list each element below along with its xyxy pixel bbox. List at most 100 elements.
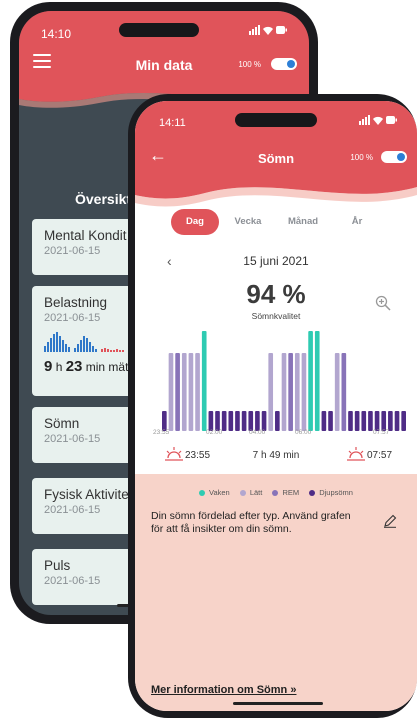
edit-pencil-icon[interactable]: [383, 514, 397, 528]
load-bar: [56, 332, 58, 352]
legend-item-djupsomn: Djupsömn: [309, 488, 353, 497]
load-bar: [119, 350, 121, 352]
sleep-bar-lätt: [294, 353, 300, 431]
legend-label: Djupsömn: [319, 488, 353, 497]
status-icons: [359, 115, 397, 128]
sleep-bar-djupsömn: [215, 411, 220, 431]
date-navigator: ‹ 15 juni 2021: [135, 253, 417, 271]
load-bar: [80, 340, 82, 352]
load-bar: [101, 349, 103, 352]
legend-dot: [272, 490, 279, 497]
status-time: 14:11: [159, 117, 186, 129]
load-bar: [47, 342, 49, 352]
load-bar: [89, 342, 91, 352]
sleep-bar-vaken: [314, 331, 320, 431]
sleep-bar-djupsömn: [241, 411, 247, 431]
zoom-in-icon[interactable]: [375, 295, 391, 311]
phone-somn: 14:11 ← Sömn 100 % Dag Vecka Månad År ‹: [128, 94, 417, 718]
sleep-bar-djupsömn: [261, 411, 267, 431]
sleep-legend: Vaken Lätt REM Djupsömn: [135, 488, 417, 497]
sleep-bar-djupsömn: [255, 411, 260, 431]
tab-ar[interactable]: År: [335, 209, 379, 235]
header-wave: [135, 171, 417, 207]
load-bar: [95, 349, 97, 352]
time-tick-label: 02:00: [206, 429, 223, 436]
load-bar: [113, 350, 115, 352]
sleep-bar-djupsömn: [401, 411, 406, 431]
toggle-switch[interactable]: [271, 58, 297, 70]
sleep-bar-djupsömn: [361, 411, 367, 431]
sunrise-wake-icon: [347, 447, 365, 461]
status-time: 14:10: [41, 27, 72, 41]
legend-label: Vaken: [209, 488, 230, 497]
load-bar: [50, 338, 52, 352]
load-hours: 9: [44, 358, 53, 375]
tab-dag[interactable]: Dag: [171, 209, 219, 235]
legend-item-latt: Lätt: [239, 488, 263, 497]
load-bar: [122, 350, 124, 352]
sleep-bar-djupsömn: [388, 411, 393, 431]
load-bar: [68, 347, 70, 352]
sleep-bar-djupsömn: [368, 411, 373, 431]
notch: [235, 113, 317, 127]
load-bar: [74, 348, 76, 352]
sleep-bar-djupsömn: [328, 411, 333, 431]
chart-time-axis: 23:55 02:00 04:00 06:00 07:57: [135, 429, 417, 441]
notch: [119, 23, 199, 37]
page-title: Sömn: [257, 151, 295, 166]
time-tick-label: 04:00: [249, 429, 266, 436]
legend-dot: [239, 490, 246, 497]
tab-manad[interactable]: Månad: [277, 209, 329, 235]
sleep-bar-djupsömn: [275, 411, 280, 431]
sleep-bar-lätt: [168, 353, 174, 431]
sleep-bar-lätt: [281, 353, 287, 431]
legend-label: REM: [282, 488, 300, 497]
time-tick-label: 07:57: [373, 429, 390, 436]
sleep-bar-djupsömn: [235, 411, 240, 431]
legend-item-rem: REM: [272, 488, 299, 497]
sleep-bar-lätt: [181, 353, 187, 431]
sleep-info-panel: Vaken Lätt REM Djupsömn Din sömn fördela…: [135, 474, 417, 711]
sleep-bar-djupsömn: [394, 411, 400, 431]
sleep-bar-djupsömn: [248, 411, 254, 431]
more-info-link[interactable]: Mer information om Sömn »: [151, 684, 296, 696]
battery-percent: 100 %: [238, 60, 261, 69]
wake-time: 07:57: [367, 450, 393, 461]
load-bar: [110, 350, 112, 352]
sleep-bar-lätt: [268, 353, 274, 431]
load-bar: [104, 348, 106, 352]
load-minutes-unit: min mätt: [85, 360, 132, 374]
legend-dot: [199, 490, 206, 497]
sleep-bar-vaken: [308, 331, 313, 431]
load-bar: [77, 344, 79, 352]
sleep-bar-djupsömn: [321, 411, 327, 431]
load-minutes: 23: [65, 358, 83, 375]
legend-label: Lätt: [249, 488, 263, 497]
sleep-bar-djupsömn: [354, 411, 360, 431]
load-bar: [62, 340, 64, 352]
sleep-stage-chart: [162, 331, 406, 431]
toggle-switch[interactable]: [381, 151, 407, 163]
sleep-quality-label: Sömnkvalitet: [251, 311, 301, 321]
time-tick-label: 06:00: [295, 429, 312, 436]
period-tabs: Dag Vecka Månad År: [171, 209, 391, 235]
load-bar: [65, 344, 67, 352]
sleep-bar-rem: [288, 353, 293, 431]
sleep-bar-rem: [341, 353, 347, 431]
sleep-bar-djupsömn: [348, 411, 353, 431]
sleep-bar-lätt: [301, 353, 307, 431]
sleep-bar-djupsömn: [208, 411, 214, 431]
battery-percent: 100 %: [350, 153, 373, 162]
sleep-bar-lätt: [188, 353, 194, 431]
sleep-bar-djupsömn: [228, 411, 234, 431]
sleep-bar-vaken: [201, 331, 207, 431]
load-bar: [53, 334, 55, 352]
sleep-bar-rem: [175, 353, 180, 431]
time-tick-label: 23:55: [153, 429, 170, 436]
legend-item-vaken: Vaken: [199, 488, 230, 497]
tab-vecka[interactable]: Vecka: [225, 209, 271, 235]
load-bar: [92, 346, 94, 352]
legend-dot: [309, 490, 316, 497]
load-bar: [44, 346, 46, 352]
load-bar: [86, 338, 88, 352]
